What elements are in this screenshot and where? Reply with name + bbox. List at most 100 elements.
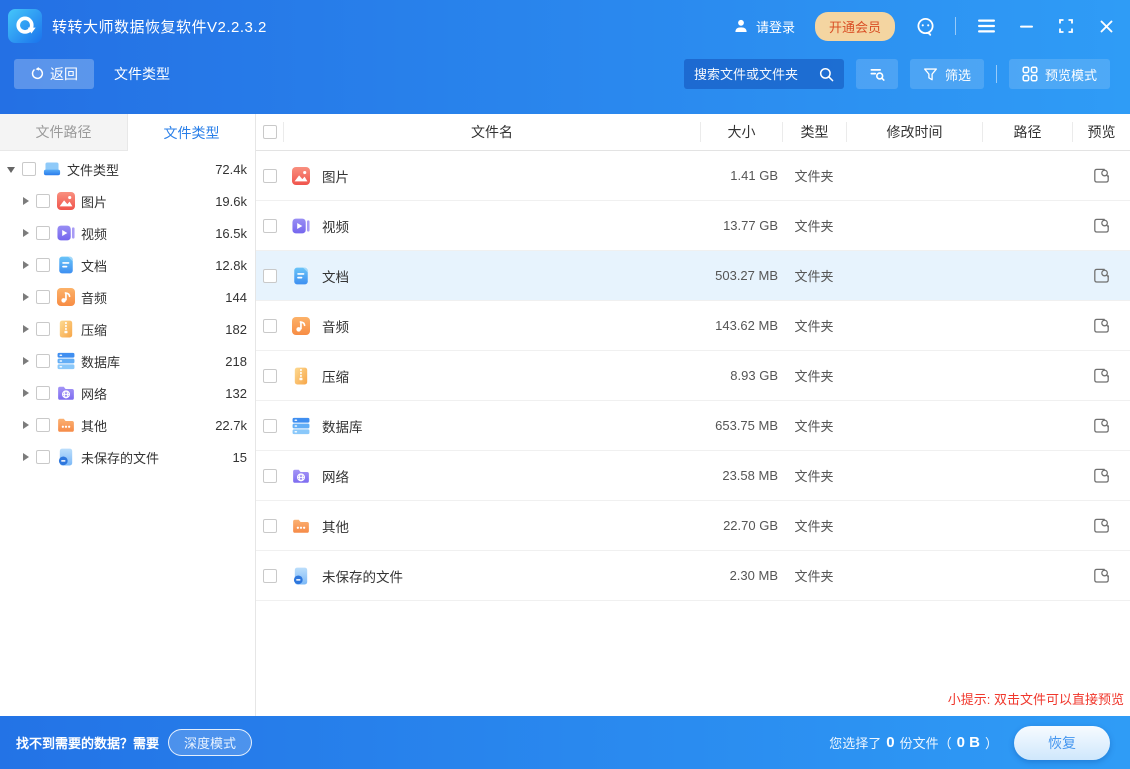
file-type: 文件夹 [782,516,846,535]
tree-checkbox[interactable] [36,258,50,272]
tree-checkbox[interactable] [36,418,50,432]
deep-scan-button[interactable]: 深度模式 [168,729,252,756]
selection-summary: 您选择了0份文件（0 B） [829,733,998,752]
table-row-unsaved[interactable]: 未保存的文件 2.30 MB 文件夹 [256,551,1130,601]
search-in-results-button[interactable] [856,59,898,89]
search-input[interactable] [694,67,819,82]
table-row-videos[interactable]: 视频 13.77 GB 文件夹 [256,201,1130,251]
table-row-images[interactable]: 图片 1.41 GB 文件夹 [256,151,1130,201]
tree-item-unsaved[interactable]: 未保存的文件 15 [0,441,255,473]
tree-checkbox[interactable] [36,322,50,336]
tree-checkbox[interactable] [36,194,50,208]
row-checkbox[interactable] [263,169,277,183]
expand-arrow-icon[interactable] [23,357,29,365]
preview-icon[interactable] [1093,167,1110,184]
preview-icon[interactable] [1093,567,1110,584]
search-icon[interactable] [819,67,834,82]
row-checkbox[interactable] [263,569,277,583]
login-button[interactable]: 请登录 [733,17,795,36]
recover-button[interactable]: 恢复 [1014,726,1110,760]
header-type[interactable]: 类型 [782,122,846,142]
header-file-name[interactable]: 文件名 [283,122,700,142]
row-checkbox[interactable] [263,319,277,333]
preview-icon[interactable] [1093,317,1110,334]
expand-arrow-icon[interactable] [23,421,29,429]
tree-checkbox[interactable] [22,162,36,176]
back-button[interactable]: 返回 [14,59,94,89]
header-modified-time[interactable]: 修改时间 [846,122,982,142]
table-row-databases[interactable]: 数据库 653.75 MB 文件夹 [256,401,1130,451]
close-icon [1100,20,1113,33]
filter-button[interactable]: 筛选 [910,59,984,89]
tree-checkbox[interactable] [36,226,50,240]
tree-item-images[interactable]: 图片 19.6k [0,185,255,217]
video-icon [292,217,310,235]
tab-file-path[interactable]: 文件路径 [0,114,128,151]
row-checkbox[interactable] [263,419,277,433]
table-row-audio[interactable]: 音频 143.62 MB 文件夹 [256,301,1130,351]
row-checkbox[interactable] [263,269,277,283]
network-icon [57,384,75,402]
preview-icon[interactable] [1093,517,1110,534]
expand-arrow-icon[interactable] [23,325,29,333]
vip-button[interactable]: 开通会员 [815,12,895,41]
tree-checkbox[interactable] [36,354,50,368]
row-checkbox[interactable] [263,469,277,483]
minimize-button[interactable] [1016,16,1036,36]
preview-mode-button[interactable]: 预览模式 [1009,59,1110,89]
tree-item-databases[interactable]: 数据库 218 [0,345,255,377]
preview-icon[interactable] [1093,467,1110,484]
preview-icon[interactable] [1093,417,1110,434]
file-type: 文件夹 [782,466,846,485]
table-row-archives[interactable]: 压缩 8.93 GB 文件夹 [256,351,1130,401]
table-row-network[interactable]: 网络 23.58 MB 文件夹 [256,451,1130,501]
document-icon [57,256,75,274]
audio-icon [292,317,310,335]
tree-item-documents[interactable]: 文档 12.8k [0,249,255,281]
preview-icon[interactable] [1093,217,1110,234]
header-size[interactable]: 大小 [700,122,782,142]
file-type: 文件夹 [782,266,846,285]
user-icon [733,18,749,34]
list-search-icon [869,66,885,82]
expand-arrow-icon[interactable] [23,197,29,205]
row-checkbox[interactable] [263,369,277,383]
collapse-arrow-icon[interactable] [7,167,15,173]
video-icon [57,224,75,242]
row-checkbox[interactable] [263,519,277,533]
tree-item-all-files[interactable]: 文件类型 72.4k [0,153,255,185]
breadcrumb: 文件类型 [114,64,170,84]
sidebar: 文件路径 文件类型 文件类型 72.4k 图片 19.6k [0,114,256,716]
select-all-checkbox[interactable] [263,125,277,139]
expand-arrow-icon[interactable] [23,261,29,269]
tree-item-other[interactable]: 其他 22.7k [0,409,255,441]
tree-item-network[interactable]: 网络 132 [0,377,255,409]
expand-arrow-icon[interactable] [23,389,29,397]
filter-label: 筛选 [945,65,971,84]
tree-checkbox[interactable] [36,290,50,304]
tree-item-archives[interactable]: 压缩 182 [0,313,255,345]
preview-icon[interactable] [1093,367,1110,384]
expand-arrow-icon[interactable] [23,229,29,237]
expand-arrow-icon[interactable] [23,293,29,301]
back-icon [30,67,44,81]
tree-checkbox[interactable] [36,386,50,400]
close-button[interactable] [1096,16,1116,36]
preview-icon[interactable] [1093,267,1110,284]
content: 文件路径 文件类型 文件类型 72.4k 图片 19.6k [0,114,1130,716]
expand-arrow-icon[interactable] [23,453,29,461]
support-button[interactable] [915,16,935,36]
table-row-documents[interactable]: 文档 503.27 MB 文件夹 [256,251,1130,301]
header-path[interactable]: 路径 [982,122,1072,142]
tab-file-type[interactable]: 文件类型 [128,114,255,151]
tree-checkbox[interactable] [36,450,50,464]
other-files-icon [57,416,75,434]
maximize-button[interactable] [1056,16,1076,36]
tree-item-videos[interactable]: 视频 16.5k [0,217,255,249]
header-preview[interactable]: 预览 [1072,122,1130,142]
row-checkbox[interactable] [263,219,277,233]
menu-button[interactable] [976,16,996,36]
table-row-other[interactable]: 其他 22.70 GB 文件夹 [256,501,1130,551]
tree-item-audio[interactable]: 音频 144 [0,281,255,313]
deep-scan-prompt: 找不到需要的数据？需要 [16,733,159,752]
